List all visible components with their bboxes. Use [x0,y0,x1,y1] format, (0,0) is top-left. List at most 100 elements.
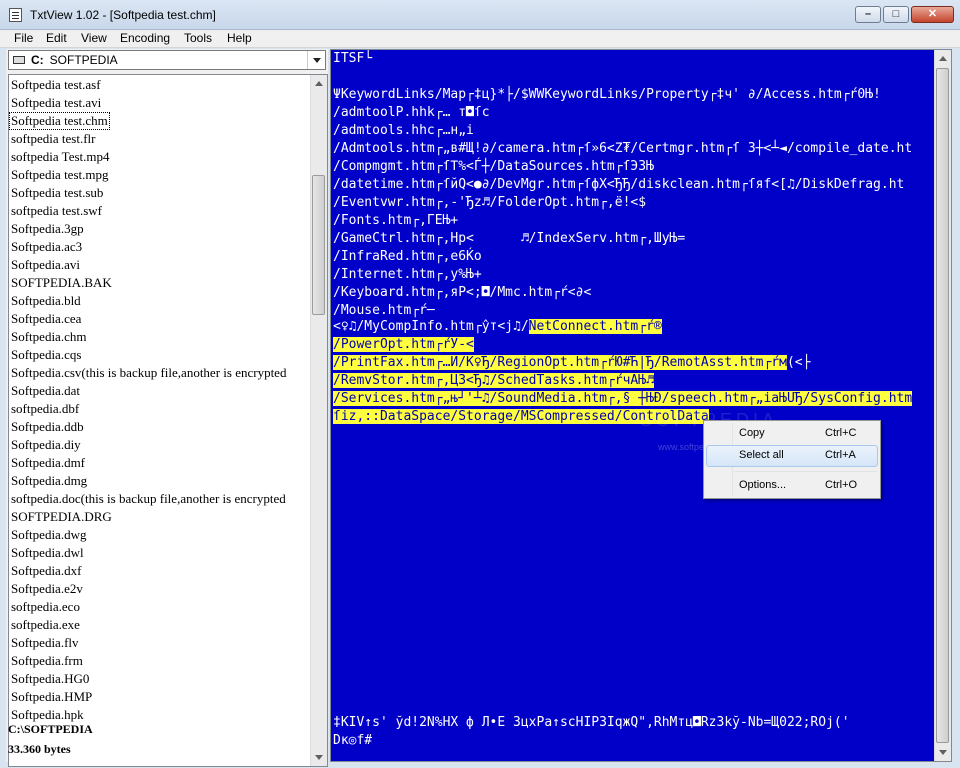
file-list-item[interactable]: SOFTPEDIA.DRG [9,508,312,526]
file-list-item[interactable]: Softpedia.3gp [9,220,312,238]
scrollbar-thumb[interactable] [936,68,949,743]
file-list-item[interactable]: softpedia Test.mp4 [9,148,312,166]
drive-letter: C: [31,53,44,67]
text-line: <♀♫/MyCompInfo.htm┌ŷт<j♫/NetConnect.htm┌… [333,319,662,334]
file-list-item[interactable]: softpedia test.flr [9,130,312,148]
text-view[interactable]: <♀♫/MyCompInfo.htm┌ŷт<j♫/NetConnect.htm┌… [330,49,952,762]
scroll-down-icon[interactable] [935,744,951,761]
file-list-item[interactable]: Softpedia.dmf [9,454,312,472]
text-line: /Keyboard.htm┌‚яР<;◘/Mmc.htm┌ŕ<∂< [333,285,592,300]
text-line: /datetime.htm┌ſйQ<●∂/DevMgr.htm┌ſфX<ЂЂ/d… [333,177,905,192]
menu-view[interactable]: View [77,31,111,45]
context-menu-copy[interactable]: Copy Ctrl+C [706,423,878,445]
text-line: /PowerOpt.htm┌ŕУ-< [333,336,474,354]
file-list-item[interactable]: softpedia.exe [9,616,312,634]
file-list-item[interactable]: Softpedia test.asf [9,76,312,94]
selected-text: /PowerOpt.htm┌ŕУ-< [333,337,474,352]
file-list-item[interactable]: softpedia test.swf [9,202,312,220]
file-list-item[interactable]: softpedia.dbf [9,400,312,418]
selected-text: /RemvStor.htm┌‚Ц3<Ђ♫/SchedTasks.htm┌ŕчАЊ… [333,373,654,388]
file-list-item[interactable]: Softpedia.cea [9,310,312,328]
menu-edit[interactable]: Edit [42,31,71,45]
text-line: /Fonts.htm┌‚ГЕЊ+ [333,213,459,228]
maximize-button[interactable]: □ [883,6,909,23]
text-line: /Services.htm┌„њ┘'┴♫/SoundMedia.htm┌‚§ ┼… [333,390,913,408]
menu-help[interactable]: Help [223,31,256,45]
file-list-item[interactable]: Softpedia.ddb [9,418,312,436]
drive-name: SOFTPEDIA [49,53,118,67]
app-icon [9,8,22,22]
file-list-item[interactable]: Softpedia.dmg [9,472,312,490]
text-line: /Internet.htm┌‚у%Њ+ [333,267,482,282]
text-line: /Admtools.htm┌„в#Щ!∂/camera.htm┌ſ»6<Ζ₮/C… [333,141,913,156]
text-content: <♀♫/MyCompInfo.htm┌ŷт<j♫/NetConnect.htm┌… [333,50,935,748]
file-size: 33.360 bytes [8,742,71,756]
text-view-scrollbar[interactable] [934,50,951,761]
text-line: ITSF└ [333,51,373,66]
context-menu-options[interactable]: Options... Ctrl+O [706,475,878,497]
minimize-button[interactable]: – [855,6,881,23]
file-browser-panel: C: SOFTPEDIA Softpedia test.asf Softpedia … [6,49,328,767]
scrollbar-thumb[interactable] [312,175,325,315]
file-list-item[interactable]: Softpedia.e2v [9,580,312,598]
file-list-item[interactable]: Softpedia test.mpg [9,166,312,184]
file-list-item[interactable]: Softpedia test.chm [9,112,312,130]
text-line: /InfraRed.htm┌‚е6Ќo [333,249,482,264]
text-line: /Eventvwr.htm┌‚-'Ђz♬/FolderOpt.htm┌‚ё!<$ [333,195,647,210]
file-list-scrollbar[interactable] [310,75,327,766]
text-line: /Compmgmt.htm┌ſΤ%<Ѓ┼/DataSources.htm┌ſЭ3… [333,159,654,174]
file-list-item[interactable]: Softpedia.flv [9,634,312,652]
file-list-item[interactable]: Softpedia.dat [9,382,312,400]
file-list-item[interactable]: Softpedia.csv(this is backup file,anothe… [9,364,312,382]
text-line: /GameCtrl.htm┌‚Нр< ♬/IndexServ.htm┌‚ШуЊ= [333,231,686,246]
text-line: Dк◎f# [333,733,373,748]
text-line: /admtoolP.hhk┌… т◘ſc [333,105,490,120]
context-menu: Copy Ctrl+C Select all Ctrl+A Options... Ct… [703,420,881,499]
context-menu-select-all[interactable]: Select all Ctrl+A [706,445,878,467]
menu-file[interactable]: File [10,31,37,45]
scroll-down-icon[interactable] [311,749,327,766]
text-line: ‡KIV↑s' ўd!2N%HX ф Л•Е 3цхРа↑scHIP3IqжQ"… [333,715,850,730]
drive-icon [13,56,25,64]
title-bar: TxtView 1.02 - [Softpedia test.chm] – □ … [0,0,960,30]
file-list-item[interactable]: Softpedia.cqs [9,346,312,364]
current-path: C:\SOFTPEDIA [8,722,93,736]
text-line: /admtools.hhc┌…н„i [333,123,474,138]
file-list-item[interactable]: Softpedia.bld [9,292,312,310]
file-list[interactable]: Softpedia test.asf Softpedia test.avi Soft… [8,74,328,767]
file-list-item[interactable]: Softpedia test.sub [9,184,312,202]
file-list-item[interactable]: Softpedia.HG0 [9,670,312,688]
text-line: ΨKeywordLinks/Map┌‡ц}*├/$WWKeywordLinks/… [333,87,881,102]
maximize-icon: □ [892,8,900,20]
chevron-down-icon[interactable] [307,51,325,69]
file-list-item[interactable]: SOFTPEDIA.BAK [9,274,312,292]
text-line: /Mouse.htm┌ŕ─ [333,303,435,318]
file-list-item[interactable]: Softpedia.avi [9,256,312,274]
file-list-item[interactable]: Softpedia.ac3 [9,238,312,256]
scroll-up-icon[interactable] [935,50,951,67]
file-list-item[interactable]: softpedia.doc(this is backup file,anothe… [9,490,312,508]
selected-text: NetConnect.htm┌ŕ® [528,319,662,334]
file-list-item[interactable]: Softpedia.chm [9,328,312,346]
selected-text: /Services.htm┌„њ┘'┴♫/SoundMedia.htm┌‚§ ┼… [333,391,913,406]
window-title: TxtView 1.02 - [Softpedia test.chm] [30,8,216,22]
close-button[interactable]: ✕ [911,6,954,23]
scroll-up-icon[interactable] [311,75,327,92]
menu-tools[interactable]: Tools [180,31,216,45]
text-line: /PrintFax.htm┌…И/K♀Ђ/RegionOpt.htm┌ŕЮ#Ћ|… [333,355,811,370]
drive-dropdown[interactable]: C: SOFTPEDIA [8,50,326,70]
selected-text: /PrintFax.htm┌…И/K♀Ђ/RegionOpt.htm┌ŕЮ#Ћ|… [333,355,787,370]
menu-encoding[interactable]: Encoding [116,31,174,45]
file-list-item[interactable]: Softpedia.frm [9,652,312,670]
file-list-item[interactable]: Softpedia.dwl [9,544,312,562]
file-list-item[interactable]: Softpedia.diy [9,436,312,454]
file-list-item[interactable]: Softpedia.dxf [9,562,312,580]
text-line: /RemvStor.htm┌‚Ц3<Ђ♫/SchedTasks.htm┌ŕчАЊ… [333,372,654,390]
close-icon: ✕ [927,8,938,20]
file-list-item[interactable]: softpedia.eco [9,598,312,616]
file-list-item[interactable]: Softpedia test.avi [9,94,312,112]
menu-bar: File Edit View Encoding Tools Help [0,30,960,48]
file-list-item[interactable]: Softpedia.dwg [9,526,312,544]
minimize-icon: – [864,8,872,20]
file-list-item[interactable]: Softpedia.HMP [9,688,312,706]
